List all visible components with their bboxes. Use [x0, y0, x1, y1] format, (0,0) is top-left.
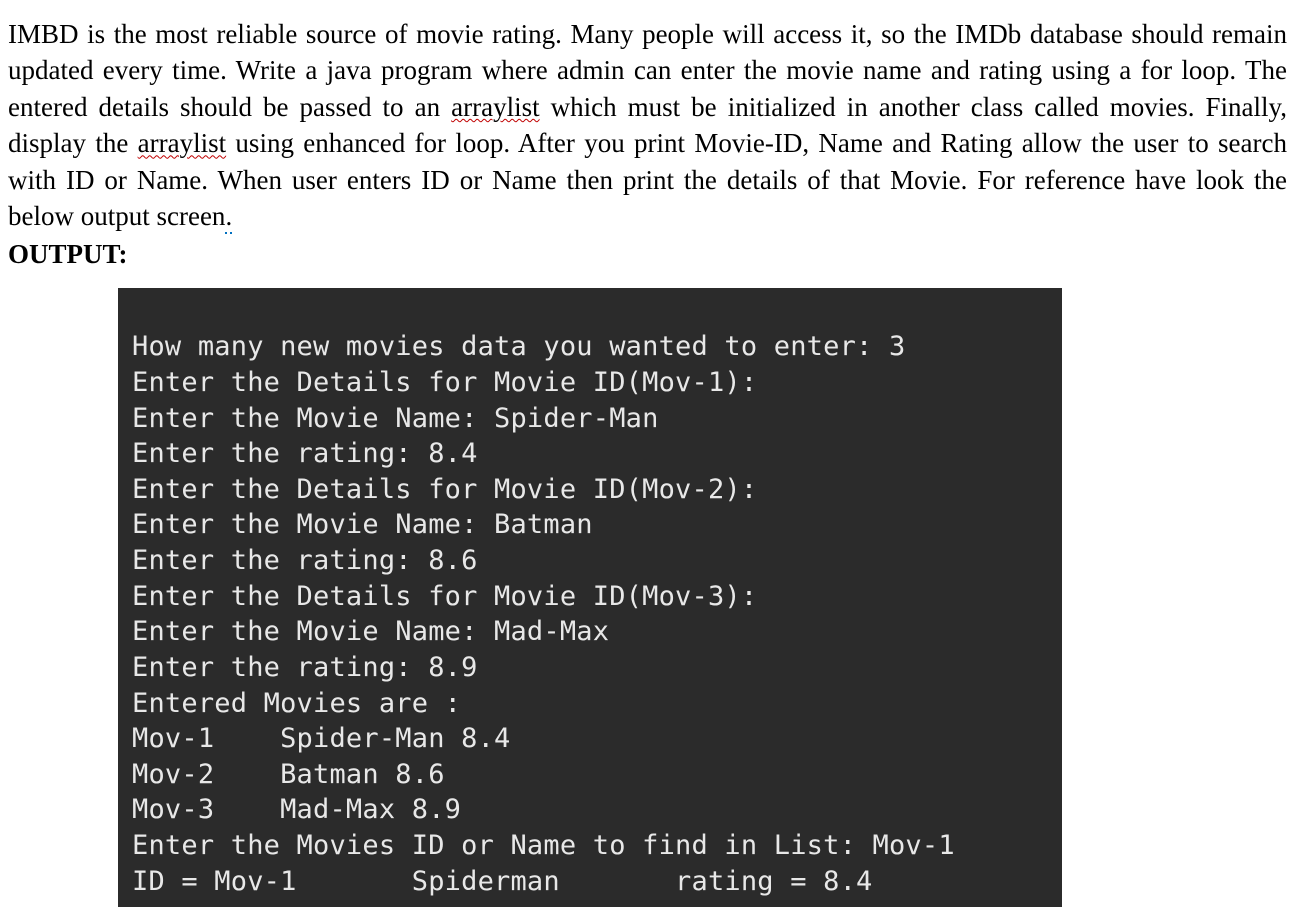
terminal-line: Enter the rating: 8.9	[132, 652, 478, 683]
terminal-line: Enter the rating: 8.4	[132, 438, 478, 469]
terminal-line: How many new movies data you wanted to e…	[132, 331, 905, 362]
terminal-line: Enter the Details for Movie ID(Mov-3):	[132, 581, 757, 612]
terminal-output: How many new movies data you wanted to e…	[118, 288, 1062, 908]
terminal-line: Enter the Movies ID or Name to find in L…	[132, 830, 955, 861]
spellcheck-underline-arraylist-2: arraylist	[138, 128, 226, 158]
output-heading: OUTPUT:	[8, 239, 1287, 270]
terminal-line: Enter the Movie Name: Spider-Man	[132, 403, 659, 434]
spellcheck-underline-arraylist-1: arraylist	[451, 92, 539, 122]
terminal-line: Mov-3 Mad-Max 8.9	[132, 794, 461, 825]
terminal-line: Mov-1 Spider-Man 8.4	[132, 723, 510, 754]
terminal-line: Enter the Details for Movie ID(Mov-2):	[132, 474, 757, 505]
terminal-line: Enter the Movie Name: Mad-Max	[132, 616, 609, 647]
terminal-line: Enter the Details for Movie ID(Mov-1):	[132, 367, 757, 398]
terminal-line: Enter the Movie Name: Batman	[132, 509, 593, 540]
problem-statement: IMBD is the most reliable source of movi…	[8, 16, 1287, 235]
trailing-dotted-mark: .	[225, 201, 232, 234]
terminal-line: ID = Mov-1 Spiderman rating = 8.4	[132, 866, 873, 897]
terminal-line: Mov-2 Batman 8.6	[132, 759, 445, 790]
terminal-line: Entered Movies are :	[132, 688, 461, 719]
terminal-line: Enter the rating: 8.6	[132, 545, 478, 576]
